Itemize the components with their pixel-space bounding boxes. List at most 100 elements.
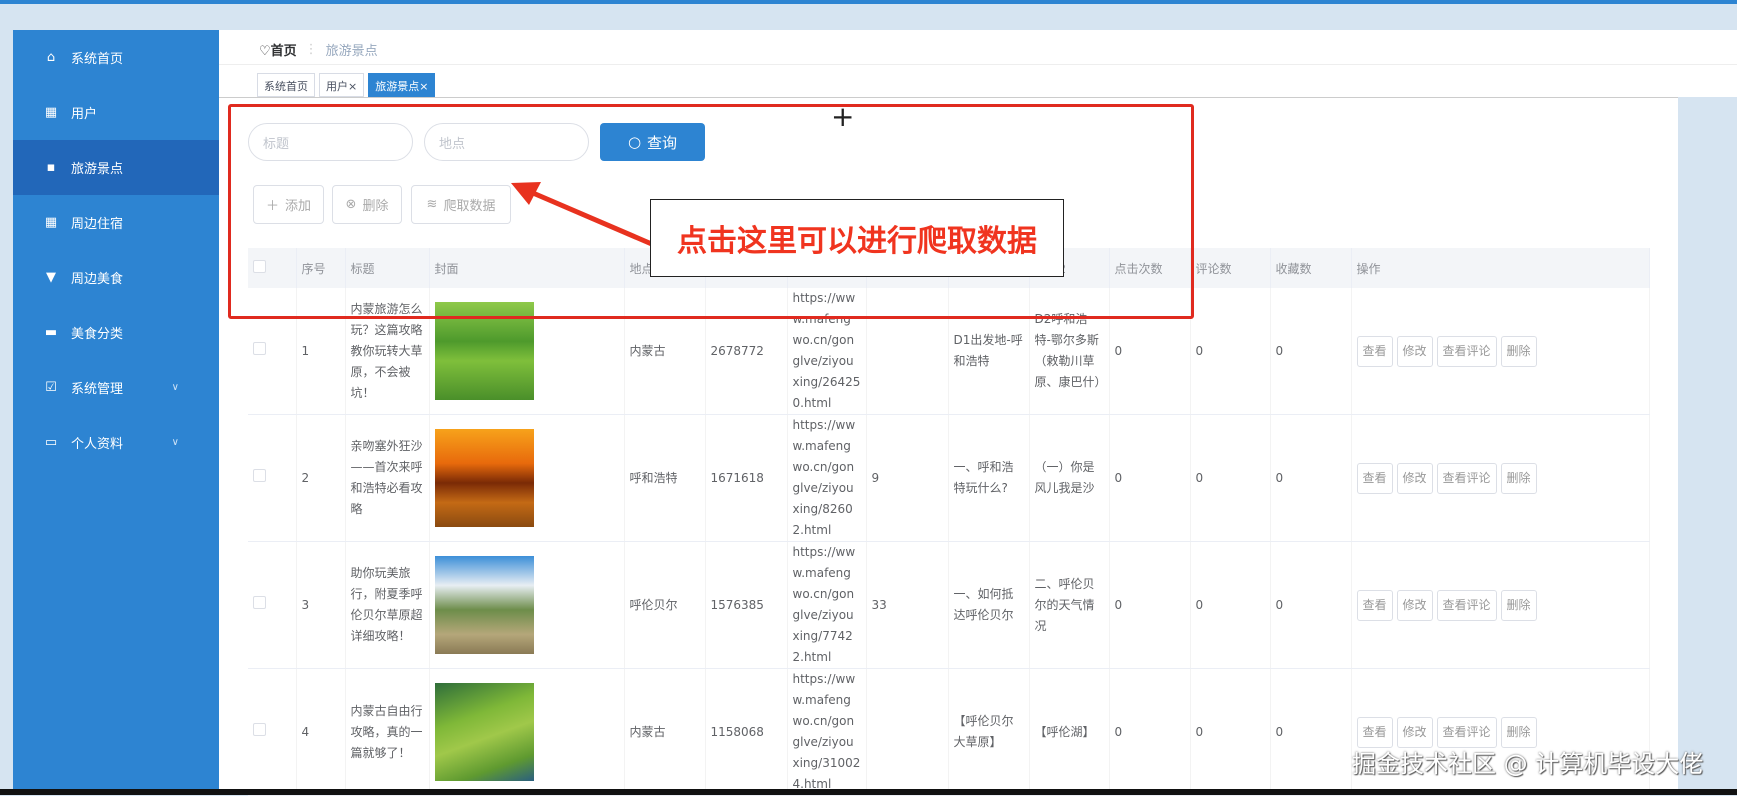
- cell-source: https://www.mafengwo.cn/gonglve/ziyouxin…: [787, 541, 867, 669]
- annotation-callout: 点击这里可以进行爬取数据: [650, 199, 1064, 277]
- sidebar-item-label: 旅游景点: [71, 162, 124, 177]
- column-header[interactable]: 评论数: [1190, 248, 1271, 288]
- delete-row-button[interactable]: 删除: [1500, 462, 1537, 494]
- delete-row-button[interactable]: 删除: [1500, 335, 1537, 367]
- location-search-input[interactable]: 地点: [424, 123, 589, 161]
- cover-image: [434, 683, 534, 781]
- sidebar-item-profile[interactable]: ▭ 个人资料 ∨: [13, 415, 219, 470]
- sidebar-item-label: 个人资料: [71, 437, 124, 452]
- cell-location: 呼伦贝尔: [624, 541, 706, 669]
- view-comments-button[interactable]: 查看评论: [1436, 589, 1497, 621]
- chevron-down-icon: ∨: [171, 437, 179, 448]
- column-header[interactable]: 封面: [429, 248, 625, 288]
- table-row: 3 助你玩美旅行，附夏季呼伦贝尔草原超详细攻略！ 呼伦贝尔 1576385 ht…: [248, 541, 1650, 669]
- view-button[interactable]: 查看: [1356, 462, 1393, 494]
- annotation-arrow: [511, 182, 655, 248]
- cell-comments: 0: [1190, 668, 1271, 796]
- cell-actions: 查看 修改 查看评论 删除: [1351, 414, 1650, 542]
- title-search-input[interactable]: 标题: [248, 123, 413, 161]
- cover-image: [434, 556, 534, 654]
- edit-button[interactable]: 修改: [1396, 335, 1433, 367]
- edit-button[interactable]: 修改: [1396, 716, 1433, 748]
- sidebar-item-lodging[interactable]: ▦ 周边住宿: [13, 195, 219, 250]
- cell-favorites: 0: [1270, 414, 1352, 542]
- heart-icon: ♡: [259, 44, 271, 59]
- close-circle-icon: ⊗: [345, 197, 357, 212]
- cell-index: 1: [296, 288, 346, 415]
- cell-comments: 0: [1190, 541, 1271, 669]
- cell-source: https://www.mafengwo.cn/gonglve/ziyouxin…: [787, 668, 867, 796]
- sidebar-item-label: 系统首页: [71, 52, 124, 67]
- cell-location: 呼和浩特: [624, 414, 706, 542]
- cell-cover: [429, 288, 625, 415]
- tab-users[interactable]: 用户×: [319, 73, 365, 97]
- page-background: [1678, 97, 1737, 795]
- cell-point1: D1出发地-呼和浩特: [948, 288, 1030, 415]
- chevron-down-icon: ∨: [171, 382, 179, 393]
- view-button[interactable]: 查看: [1356, 589, 1393, 621]
- main-content: ♡首页 ⋮ 旅游景点 系统首页 用户× 旅游景点× 标题 地点 ○ 查询 ＋添加 …: [219, 30, 1737, 796]
- delete-button[interactable]: ⊗ 删除: [332, 185, 402, 224]
- cell-cover: [429, 414, 625, 542]
- cell-title: 助你玩美旅行，附夏季呼伦贝尔草原超详细攻略！: [345, 541, 430, 669]
- view-comments-button[interactable]: 查看评论: [1436, 462, 1497, 494]
- column-header[interactable]: 序号: [296, 248, 346, 288]
- breadcrumb-separator: ⋮: [304, 42, 318, 57]
- sidebar-item-food[interactable]: ▼ 周边美食: [13, 250, 219, 305]
- sidebar-item-home[interactable]: ⌂ 系统首页: [13, 30, 219, 85]
- breadcrumb-home[interactable]: ♡首页: [259, 40, 297, 59]
- column-header[interactable]: 收藏数: [1270, 248, 1352, 288]
- tab-home[interactable]: 系统首页: [257, 73, 315, 97]
- close-icon[interactable]: ×: [419, 80, 428, 93]
- table-row: 2 亲吻塞外狂沙——首次来呼和浩特必看攻略 呼和浩特 1671618 https…: [248, 414, 1650, 542]
- bottom-edge: [0, 789, 1737, 795]
- cell-point2: （一）你是风儿我是沙: [1029, 414, 1110, 542]
- card-icon: ▭: [44, 435, 58, 450]
- column-header[interactable]: 标题: [345, 248, 430, 288]
- cell-index: 3: [296, 541, 346, 669]
- cell-title: 内蒙古自由行攻略，真的一篇就够了！: [345, 668, 430, 796]
- cell-point1: 【呼伦贝尔大草原】: [948, 668, 1030, 796]
- delete-row-button[interactable]: 删除: [1500, 589, 1537, 621]
- search-icon: ○: [627, 133, 642, 151]
- edit-button[interactable]: 修改: [1396, 589, 1433, 621]
- tab-attractions[interactable]: 旅游景点×: [368, 73, 436, 97]
- cell-favorites: 0: [1270, 541, 1352, 669]
- query-button[interactable]: ○ 查询: [600, 123, 705, 161]
- cell-actions: 查看 修改 查看评论 删除: [1351, 541, 1650, 669]
- crosshair-cursor-icon: +: [831, 100, 855, 133]
- cell-actions: 查看 修改 查看评论 删除: [1351, 288, 1650, 415]
- sidebar-item-attractions[interactable]: ▪ 旅游景点: [13, 140, 219, 195]
- row-checkbox[interactable]: [248, 288, 297, 415]
- view-button[interactable]: 查看: [1356, 335, 1393, 367]
- column-header[interactable]: 点击次数: [1109, 248, 1191, 288]
- cell-location: 内蒙古: [624, 668, 706, 796]
- close-icon[interactable]: ×: [348, 80, 357, 93]
- edit-button[interactable]: 修改: [1396, 462, 1433, 494]
- view-comments-button[interactable]: 查看评论: [1436, 335, 1497, 367]
- row-checkbox[interactable]: [248, 668, 297, 796]
- cell-views: 2678772: [705, 288, 788, 415]
- sidebar-item-system[interactable]: ☑ 系统管理 ∨: [13, 360, 219, 415]
- column-header[interactable]: 操作: [1351, 248, 1650, 288]
- cell-clicks: 0: [1109, 668, 1191, 796]
- cover-image: [434, 429, 534, 527]
- delete-row-button[interactable]: 删除: [1500, 716, 1537, 748]
- view-button[interactable]: 查看: [1356, 716, 1393, 748]
- cover-image: [434, 302, 534, 400]
- cell-clicks: 0: [1109, 414, 1191, 542]
- view-comments-button[interactable]: 查看评论: [1436, 716, 1497, 748]
- table-row: 1 内蒙旅游怎么玩？这篇攻略教你玩转大草原，不会被坑！ 内蒙古 2678772 …: [248, 288, 1650, 415]
- add-button[interactable]: ＋添加: [253, 185, 324, 224]
- divider: [219, 97, 1737, 98]
- row-checkbox[interactable]: [248, 414, 297, 542]
- sidebar-item-food-category[interactable]: ▬ 美食分类: [13, 305, 219, 360]
- cell-point1: 一、如何抵达呼伦贝尔: [948, 541, 1030, 669]
- cell-index: 2: [296, 414, 346, 542]
- row-checkbox[interactable]: [248, 541, 297, 669]
- breadcrumb: ♡首页 ⋮ 旅游景点: [259, 40, 378, 59]
- cell-favorites: 0: [1270, 668, 1352, 796]
- breadcrumb-current: 旅游景点: [325, 44, 378, 59]
- select-all-checkbox[interactable]: [248, 248, 297, 288]
- sidebar-item-users[interactable]: ▦ 用户: [13, 85, 219, 140]
